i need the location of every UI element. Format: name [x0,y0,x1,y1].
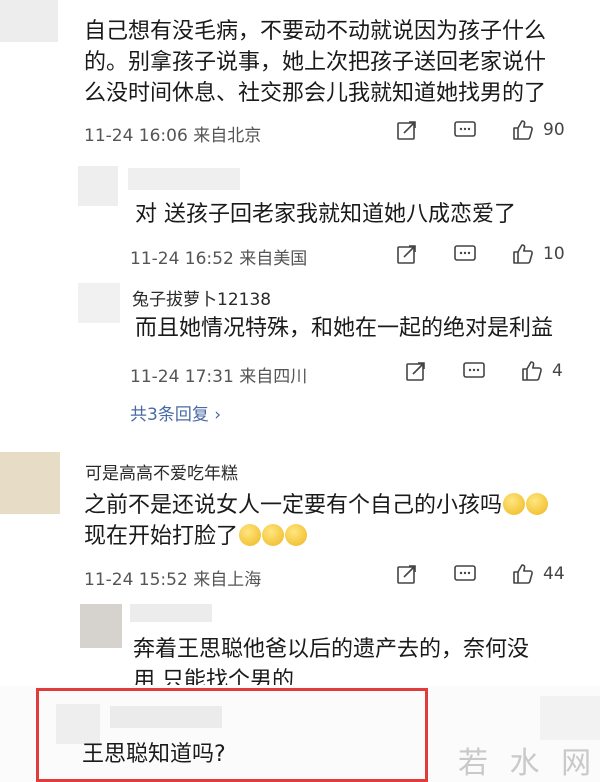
avatar[interactable] [0,452,60,514]
like-icon[interactable] [520,359,544,383]
comment-text-segment: 现在开始打脸了 [84,524,239,549]
watermark-text: 若 水 网 [458,746,598,781]
username[interactable]: 兔子拔萝卜12138 [132,285,271,310]
comment-text: 而且她情况特殊，和她在一起的绝对是利益 [135,316,554,341]
comment-meta: 11-24 16:06 来自北京 [84,126,262,146]
comment-actions: 90 [395,118,565,142]
comment-text-line: 用 只能找个男的 [133,668,294,685]
like-count: 90 [543,120,565,140]
smile-emoji-icon [239,524,262,546]
share-icon[interactable] [395,242,419,266]
comment-icon[interactable] [453,118,477,142]
avatar[interactable] [78,166,118,206]
username-blurred [130,604,212,622]
share-icon[interactable] [404,359,428,383]
smile-emoji-icon [285,524,308,546]
comment-text-line: 之前不是还说女人一定要有个自己的小孩吗 [84,490,549,521]
comment-text: 对 送孩子回老家我就知道她八成恋爱了 [135,202,516,227]
comment-meta: 11-24 16:52 来自美国 [130,249,308,269]
comment-icon[interactable] [453,562,477,586]
like-icon[interactable] [511,242,535,266]
like-count: 10 [543,244,565,264]
like-count: 44 [543,564,565,584]
comment-meta: 11-24 15:52 来自上海 [84,570,262,590]
share-icon[interactable] [395,562,419,586]
smile-emoji-icon [262,524,285,546]
smile-emoji-icon [503,493,526,515]
avatar[interactable] [0,0,58,42]
like-icon[interactable] [511,562,535,586]
comment-icon[interactable] [453,242,477,266]
comment-meta: 11-24 17:31 来自四川 [130,367,308,387]
comment-text-line: 的。别拿孩子说事，她上次把孩子送回老家说什 [84,50,547,75]
comment-actions: 4 [404,359,563,383]
comment-actions: 44 [395,562,565,586]
comment-text-line: 么没时间休息、社交那会儿我就知道她找男的了 [84,81,547,106]
comment-text-line: 自己想有没毛病，不要动不动就说因为孩子什么 [84,19,547,44]
comment-text-line: 现在开始打脸了 [84,521,308,552]
smile-emoji-icon [526,493,549,515]
comment-text-segment: 之前不是还说女人一定要有个自己的小孩吗 [84,493,503,518]
comment-icon[interactable] [462,359,486,383]
highlight-box [36,688,428,782]
right-placeholder [540,696,600,740]
like-icon[interactable] [511,118,535,142]
username[interactable]: 可是高高不爱吃年糕 [85,459,238,484]
comment-text-line: 奔着王思聪他爸以后的遗产去的，奈何没 [133,637,530,662]
comment-actions: 10 [395,242,565,266]
share-icon[interactable] [395,118,419,142]
avatar[interactable] [80,604,122,648]
like-count: 4 [552,361,563,381]
username-blurred [128,168,240,190]
view-replies-link[interactable]: 共3条回复 › [130,400,221,425]
avatar[interactable] [78,283,120,323]
